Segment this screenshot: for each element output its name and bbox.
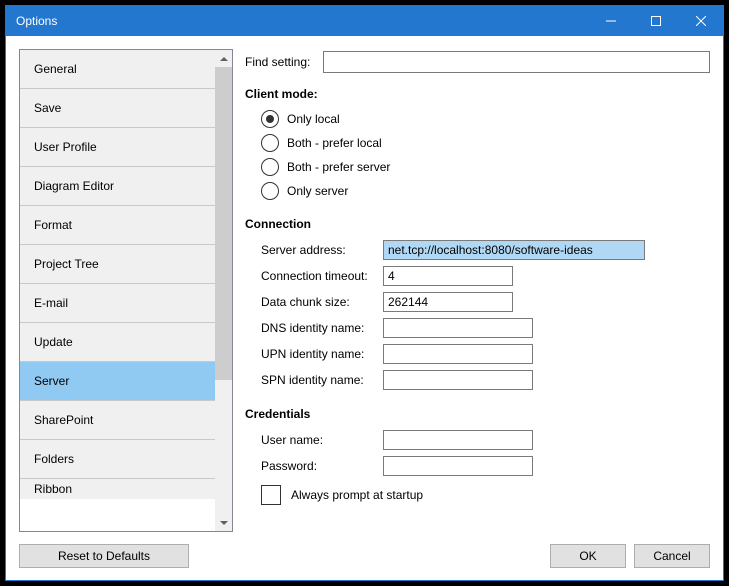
client-mode-title: Client mode: [245,87,710,101]
window-title: Options [6,14,588,28]
password-label: Password: [245,459,383,473]
always-prompt-label: Always prompt at startup [291,488,423,502]
client-mode-option[interactable]: Both - prefer server [261,155,710,179]
always-prompt-checkbox[interactable] [261,485,281,505]
find-row: Find setting: [245,51,710,73]
radio-icon [261,134,279,152]
connection-timeout-label: Connection timeout: [245,269,383,283]
maximize-button[interactable] [633,6,678,36]
minimize-button[interactable] [588,6,633,36]
spn-identity-label: SPN identity name: [245,373,383,387]
sidebar-item-save[interactable]: Save [20,89,215,128]
titlebar: Options [6,6,723,36]
cancel-button[interactable]: Cancel [634,544,710,568]
sidebar-item-sharepoint[interactable]: SharePoint [20,401,215,440]
scroll-track[interactable] [215,67,232,514]
scroll-thumb[interactable] [215,67,232,380]
radio-label: Both - prefer server [287,160,390,174]
server-address-label: Server address: [245,243,383,257]
sidebar-item-ribbon[interactable]: Ribbon [20,479,215,499]
data-chunk-input[interactable] [383,292,513,312]
client-mode-option[interactable]: Only server [261,179,710,203]
password-input[interactable] [383,456,533,476]
dns-identity-input[interactable] [383,318,533,338]
sidebar-container: GeneralSaveUser ProfileDiagram EditorFor… [19,49,233,532]
radio-label: Only local [287,112,340,126]
radio-icon [261,110,279,128]
sidebar-scrollbar[interactable] [215,50,232,531]
sidebar-item-diagram-editor[interactable]: Diagram Editor [20,167,215,206]
sidebar-item-format[interactable]: Format [20,206,215,245]
radio-label: Only server [287,184,348,198]
find-label: Find setting: [245,55,323,69]
ok-button[interactable]: OK [550,544,626,568]
radio-icon [261,158,279,176]
upn-identity-input[interactable] [383,344,533,364]
client-mode-option[interactable]: Only local [261,107,710,131]
category-list: GeneralSaveUser ProfileDiagram EditorFor… [20,50,215,531]
username-label: User name: [245,433,383,447]
credentials-title: Credentials [245,407,710,421]
connection-group: Server address: Connection timeout: Data… [245,237,710,393]
dns-identity-label: DNS identity name: [245,321,383,335]
username-input[interactable] [383,430,533,450]
connection-timeout-input[interactable] [383,266,513,286]
options-window: Options GeneralSaveUser ProfileDiagram E… [5,5,724,581]
find-setting-input[interactable] [323,51,710,73]
dialog-footer: Reset to Defaults OK Cancel [6,532,723,580]
client-mode-group: Only local Both - prefer local Both - pref… [245,107,710,203]
sidebar-item-update[interactable]: Update [20,323,215,362]
connection-title: Connection [245,217,710,231]
sidebar-item-e-mail[interactable]: E-mail [20,284,215,323]
sidebar-item-user-profile[interactable]: User Profile [20,128,215,167]
always-prompt-row: Always prompt at startup [245,485,710,505]
sidebar-item-folders[interactable]: Folders [20,440,215,479]
credentials-group: User name: Password: Always prompt at st… [245,427,710,505]
upn-identity-label: UPN identity name: [245,347,383,361]
sidebar-item-project-tree[interactable]: Project Tree [20,245,215,284]
scroll-down-icon[interactable] [215,514,232,531]
server-address-input[interactable] [383,240,645,260]
dialog-body: GeneralSaveUser ProfileDiagram EditorFor… [6,36,723,532]
data-chunk-label: Data chunk size: [245,295,383,309]
settings-panel: Find setting: Client mode: Only local Bot… [245,49,710,532]
close-button[interactable] [678,6,723,36]
sidebar-item-server[interactable]: Server [20,362,215,401]
radio-icon [261,182,279,200]
scroll-up-icon[interactable] [215,50,232,67]
client-mode-option[interactable]: Both - prefer local [261,131,710,155]
sidebar-item-general[interactable]: General [20,50,215,89]
reset-defaults-button[interactable]: Reset to Defaults [19,544,189,568]
radio-label: Both - prefer local [287,136,382,150]
spn-identity-input[interactable] [383,370,533,390]
